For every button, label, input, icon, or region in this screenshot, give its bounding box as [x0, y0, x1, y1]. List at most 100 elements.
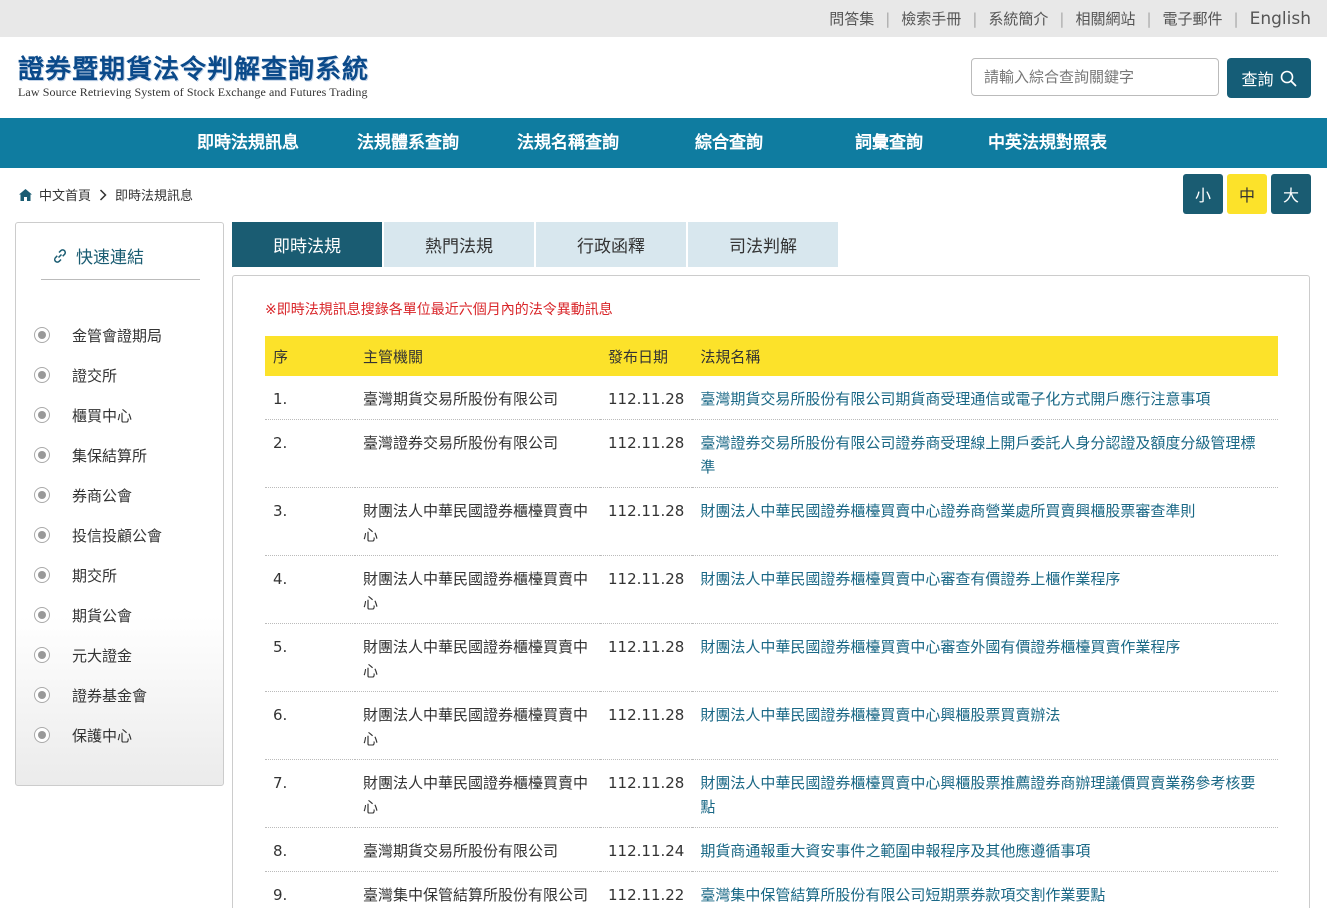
- sidebar-item-fsc-sfb[interactable]: 金管會證期局: [34, 315, 162, 355]
- radio-bullet-icon: [34, 447, 50, 463]
- home-icon[interactable]: [18, 188, 33, 202]
- top-link-faq[interactable]: 問答集: [829, 8, 874, 29]
- regulations-table: 序 主管機關 發布日期 法規名稱 1. 臺灣期貨交易所股份有限公司 112.11…: [265, 336, 1278, 908]
- row-authority: 財團法人中華民國證券櫃檯買賣中心: [355, 555, 600, 624]
- nav-regulation-name[interactable]: 法規名稱查詢: [517, 118, 619, 168]
- breadcrumb-home[interactable]: 中文首頁: [39, 185, 91, 204]
- divider: |: [1059, 9, 1065, 28]
- nav-realtime-regulations[interactable]: 即時法規訊息: [197, 118, 299, 168]
- row-authority: 財團法人中華民國證券櫃檯買賣中心: [355, 487, 600, 556]
- sidebar-item-tpex[interactable]: 櫃買中心: [34, 395, 162, 435]
- font-size-small-button[interactable]: 小: [1183, 174, 1223, 214]
- table-row: 3. 財團法人中華民國證券櫃檯買賣中心 112.11.28 財團法人中華民國證券…: [265, 487, 1278, 556]
- sidebar-item-label: 券商公會: [72, 486, 133, 505]
- row-regulation-link[interactable]: 臺灣集中保管結算所股份有限公司短期票券款項交割作業要點: [692, 871, 1278, 908]
- search-input[interactable]: [971, 58, 1219, 96]
- table-row: 6. 財團法人中華民國證券櫃檯買賣中心 112.11.28 財團法人中華民國證券…: [265, 691, 1278, 760]
- sidebar-item-label: 保護中心: [72, 726, 133, 745]
- divider: |: [885, 9, 891, 28]
- sidebar-item-yuanta-finance[interactable]: 元大證金: [34, 635, 162, 675]
- row-number: 5.: [265, 623, 355, 692]
- sidebar-item-futures-association[interactable]: 期貨公會: [34, 595, 162, 635]
- sidebar-item-taifex[interactable]: 期交所: [34, 555, 162, 595]
- row-number: 9.: [265, 871, 355, 908]
- sidebar-item-tdcc[interactable]: 集保結算所: [34, 435, 162, 475]
- sidebar-item-sitca[interactable]: 投信投顧公會: [34, 515, 162, 555]
- tab-popular-regulations[interactable]: 熱門法規: [384, 222, 534, 267]
- nav-comprehensive-search[interactable]: 綜合查詢: [695, 118, 763, 168]
- top-link-email[interactable]: 電子郵件: [1163, 8, 1223, 29]
- row-regulation-link[interactable]: 財團法人中華民國證券櫃檯買賣中心審查外國有價證券櫃檯買賣作業程序: [692, 623, 1278, 692]
- sidebar-item-twse[interactable]: 證交所: [34, 355, 162, 395]
- row-date: 112.11.28: [600, 759, 693, 828]
- divider: |: [972, 9, 978, 28]
- sidebar-item-investor-protection[interactable]: 保護中心: [34, 715, 162, 755]
- sidebar-item-label: 證券基金會: [72, 686, 148, 705]
- row-regulation-link[interactable]: 財團法人中華民國證券櫃檯買賣中心興櫃股票推薦證券商辦理議價買賣業務參考核要點: [692, 759, 1278, 828]
- sidebar-item-label: 元大證金: [72, 646, 133, 665]
- sidebar-item-sfi[interactable]: 證券基金會: [34, 675, 162, 715]
- row-authority: 臺灣期貨交易所股份有限公司: [355, 827, 600, 872]
- site-logo[interactable]: 證券暨期貨法令判解查詢系統 Law Source Retrieving Syst…: [18, 54, 369, 100]
- nav-regulation-system[interactable]: 法規體系查詢: [357, 118, 459, 168]
- top-link-related-sites[interactable]: 相關網站: [1075, 8, 1135, 29]
- row-regulation-link[interactable]: 期貨商通報重大資安事件之範圍申報程序及其他應遵循事項: [692, 827, 1278, 872]
- divider: [41, 279, 200, 280]
- radio-bullet-icon: [34, 567, 50, 583]
- row-regulation-link[interactable]: 財團法人中華民國證券櫃檯買賣中心審查有價證券上櫃作業程序: [692, 555, 1278, 624]
- logo-title-zh: 證券暨期貨法令判解查詢系統: [18, 55, 370, 85]
- row-date: 112.11.28: [600, 623, 693, 692]
- row-regulation-link[interactable]: 財團法人中華民國證券櫃檯買賣中心興櫃股票買賣辦法: [692, 691, 1278, 760]
- row-number: 6.: [265, 691, 355, 760]
- logo-title-en: Law Source Retrieving System of Stock Ex…: [18, 85, 368, 99]
- row-number: 8.: [265, 827, 355, 872]
- sidebar-item-label: 期貨公會: [72, 606, 133, 625]
- radio-bullet-icon: [34, 527, 50, 543]
- top-link-manual[interactable]: 檢索手冊: [901, 8, 961, 29]
- search-button-label: 查詢: [1241, 70, 1274, 89]
- radio-bullet-icon: [34, 727, 50, 743]
- table-row: 8. 臺灣期貨交易所股份有限公司 112.11.24 期貨商通報重大資安事件之範…: [265, 827, 1278, 872]
- row-number: 1.: [265, 376, 355, 420]
- font-size-controls: 小 中 大: [1183, 174, 1311, 214]
- font-size-medium-button[interactable]: 中: [1227, 174, 1267, 214]
- table-row: 5. 財團法人中華民國證券櫃檯買賣中心 112.11.28 財團法人中華民國證券…: [265, 623, 1278, 692]
- row-date: 112.11.28: [600, 376, 693, 420]
- sidebar-item-securities-association[interactable]: 券商公會: [34, 475, 162, 515]
- nav-zh-en-regulations[interactable]: 中英法規對照表: [988, 118, 1107, 168]
- sidebar-title: 快速連結: [52, 243, 144, 268]
- radio-bullet-icon: [34, 647, 50, 663]
- row-authority: 臺灣期貨交易所股份有限公司: [355, 376, 600, 420]
- top-utility-bar: 問答集 | 檢索手冊 | 系統簡介 | 相關網站 | 電子郵件 | English: [0, 0, 1327, 37]
- radio-bullet-icon: [34, 407, 50, 423]
- header-authority: 主管機關: [355, 336, 600, 376]
- tab-administrative-interpretations[interactable]: 行政函釋: [536, 222, 686, 267]
- row-date: 112.11.24: [600, 827, 693, 872]
- row-number: 3.: [265, 487, 355, 556]
- row-regulation-link[interactable]: 臺灣證券交易所股份有限公司證券商受理線上開戶委託人身分認證及額度分級管理標準: [692, 419, 1278, 488]
- tab-judicial-decisions[interactable]: 司法判解: [688, 222, 838, 267]
- search-icon: [1280, 70, 1296, 86]
- top-link-english[interactable]: English: [1250, 9, 1311, 29]
- table-row: 4. 財團法人中華民國證券櫃檯買賣中心 112.11.28 財團法人中華民國證券…: [265, 555, 1278, 624]
- font-size-large-button[interactable]: 大: [1271, 174, 1311, 214]
- row-date: 112.11.28: [600, 691, 693, 760]
- row-regulation-link[interactable]: 臺灣期貨交易所股份有限公司期貨商受理通信或電子化方式開戶應行注意事項: [692, 376, 1278, 420]
- main-nav: 即時法規訊息 法規體系查詢 法規名稱查詢 綜合查詢 詞彙查詢 中英法規對照表: [0, 118, 1327, 168]
- row-authority: 財團法人中華民國證券櫃檯買賣中心: [355, 759, 600, 828]
- row-number: 7.: [265, 759, 355, 828]
- notice-text: ※即時法規訊息搜錄各單位最近六個月內的法令異動訊息: [265, 302, 613, 318]
- row-number: 2.: [265, 419, 355, 488]
- tab-realtime-regulations[interactable]: 即時法規: [232, 222, 382, 267]
- row-regulation-link[interactable]: 財團法人中華民國證券櫃檯買賣中心證券商營業處所買賣興櫃股票審查準則: [692, 487, 1278, 556]
- row-authority: 財團法人中華民國證券櫃檯買賣中心: [355, 623, 600, 692]
- radio-bullet-icon: [34, 487, 50, 503]
- top-link-intro[interactable]: 系統簡介: [988, 8, 1048, 29]
- search-button[interactable]: 查詢: [1227, 58, 1311, 98]
- sidebar-item-label: 期交所: [72, 566, 118, 585]
- row-number: 4.: [265, 555, 355, 624]
- row-date: 112.11.28: [600, 487, 693, 556]
- nav-glossary[interactable]: 詞彙查詢: [855, 118, 923, 168]
- radio-bullet-icon: [34, 367, 50, 383]
- table-row: 9. 臺灣集中保管結算所股份有限公司 112.11.22 臺灣集中保管結算所股份…: [265, 871, 1278, 908]
